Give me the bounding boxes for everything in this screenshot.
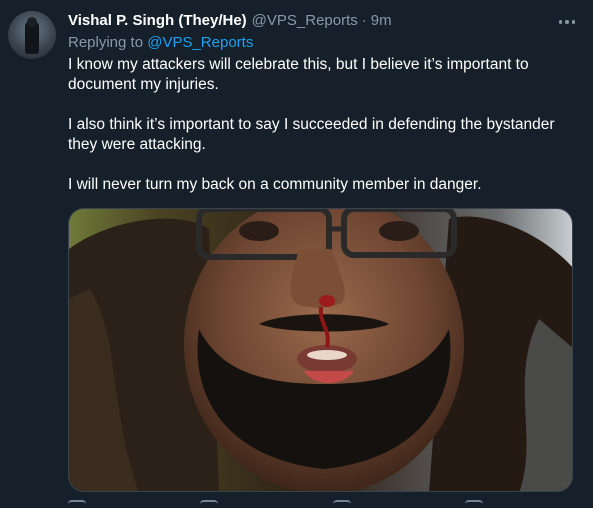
tweet-actions: [68, 500, 573, 508]
separator-dot: ·: [361, 12, 367, 29]
tweet[interactable]: Vishal P. Singh (They/He) @VPS_Reports ·…: [0, 0, 593, 508]
heart-icon[interactable]: [332, 500, 351, 508]
reply-icon[interactable]: [68, 500, 86, 508]
replying-to-line: Replying to @VPS_Reports: [68, 32, 578, 54]
tweet-paragraph: I also think it’s important to say I suc…: [68, 116, 555, 153]
avatar[interactable]: [8, 11, 56, 59]
tweet-photo[interactable]: [68, 208, 573, 492]
replying-to-link[interactable]: @VPS_Reports: [147, 34, 253, 51]
photo-illustration: [69, 209, 572, 491]
tweet-header: Vishal P. Singh (They/He) @VPS_Reports ·…: [68, 10, 578, 32]
share-icon[interactable]: [464, 500, 483, 508]
tweet-text: I know my attackers will celebrate this,…: [68, 55, 578, 195]
tweet-paragraph: I know my attackers will celebrate this,…: [68, 56, 529, 93]
retweet-icon[interactable]: [200, 500, 219, 508]
tweet-content: Vishal P. Singh (They/He) @VPS_Reports ·…: [68, 10, 578, 195]
avatar-head: [27, 17, 37, 27]
replying-prefix: Replying to: [68, 34, 148, 51]
display-name[interactable]: Vishal P. Singh (They/He): [68, 10, 247, 32]
timestamp[interactable]: 9m: [371, 10, 392, 32]
user-handle[interactable]: @VPS_Reports: [252, 10, 358, 32]
tweet-paragraph: I will never turn my back on a community…: [68, 176, 482, 193]
